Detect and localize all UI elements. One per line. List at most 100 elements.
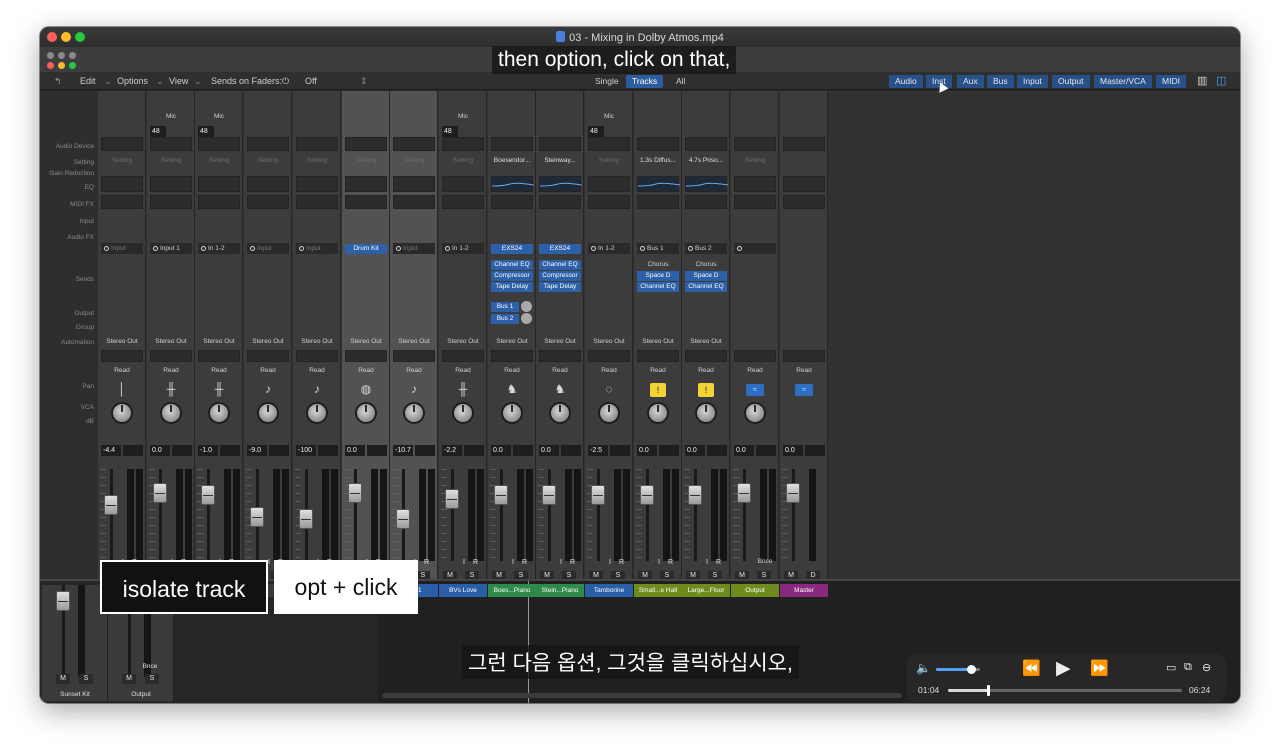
- filter-input[interactable]: Input: [1017, 75, 1048, 88]
- midi-fx-slot[interactable]: [685, 195, 727, 209]
- single-pane-icon[interactable]: ▥: [1197, 74, 1207, 87]
- progress-scrubber[interactable]: [986, 685, 990, 696]
- automation-mode[interactable]: Read: [783, 367, 825, 374]
- output-slot[interactable]: Stereo Out: [101, 338, 143, 345]
- audio-device-slot[interactable]: [150, 137, 192, 151]
- pan-knob[interactable]: [695, 402, 717, 424]
- audio-device-slot[interactable]: [296, 137, 338, 151]
- volume-readout[interactable]: -1.0: [198, 445, 218, 456]
- setting-button[interactable]: Setting: [588, 157, 630, 164]
- audio-fx-slot[interactable]: Space D: [637, 271, 679, 281]
- eq-slot[interactable]: [588, 176, 630, 192]
- automation-mode[interactable]: Read: [393, 367, 435, 374]
- midi-fx-slot[interactable]: [637, 195, 679, 209]
- track-name-bar[interactable]: Output: [731, 584, 779, 597]
- eq-slot[interactable]: [247, 176, 289, 192]
- edit-menu[interactable]: Edit: [80, 76, 96, 86]
- volume-readout[interactable]: -10.7: [393, 445, 413, 456]
- automation-mode[interactable]: Read: [198, 367, 240, 374]
- volume-readout[interactable]: -9.0: [247, 445, 267, 456]
- automation-mode[interactable]: Read: [637, 367, 679, 374]
- setting-button[interactable]: Boesendor...: [491, 157, 533, 164]
- midi-fx-slot[interactable]: [198, 195, 240, 209]
- setting-button[interactable]: 1.3s Diffus...: [637, 157, 679, 164]
- midi-fx-slot[interactable]: [442, 195, 484, 209]
- eq-slot[interactable]: [393, 176, 435, 192]
- automation-mode[interactable]: Read: [442, 367, 484, 374]
- audio-device-slot[interactable]: [198, 137, 240, 151]
- input-slot[interactable]: Input: [101, 243, 143, 254]
- sends-on-faders-select[interactable]: Off: [305, 76, 317, 86]
- pan-knob[interactable]: [501, 402, 523, 424]
- volume-fader[interactable]: [348, 483, 362, 503]
- options-menu[interactable]: Options: [117, 76, 148, 86]
- setting-button[interactable]: Steinway...: [539, 157, 581, 164]
- group-slot[interactable]: [150, 350, 192, 362]
- output-slot[interactable]: Stereo Out: [491, 338, 533, 345]
- record-enable-button[interactable]: R: [570, 559, 575, 566]
- automation-mode[interactable]: Read: [296, 367, 338, 374]
- output-slot[interactable]: Stereo Out: [539, 338, 581, 345]
- audio-fx-slot[interactable]: Chorus: [637, 260, 679, 270]
- setting-button[interactable]: Setting: [345, 157, 387, 164]
- group-slot[interactable]: [685, 350, 727, 362]
- audio-device-slot[interactable]: [393, 137, 435, 151]
- more-options-icon[interactable]: ⊖: [1202, 661, 1211, 674]
- pan-knob[interactable]: [549, 402, 571, 424]
- midi-fx-slot[interactable]: [783, 195, 825, 209]
- filter-midi[interactable]: MIDI: [1156, 75, 1186, 88]
- logic-close-dot[interactable]: [47, 62, 54, 69]
- volume-fader[interactable]: [591, 485, 605, 505]
- eq-thumbnail[interactable]: [685, 176, 729, 192]
- automation-mode[interactable]: Read: [345, 367, 387, 374]
- filter-aux[interactable]: Aux: [957, 75, 984, 88]
- eq-slot[interactable]: [198, 176, 240, 192]
- group-slot[interactable]: [442, 350, 484, 362]
- audio-device-slot[interactable]: [783, 137, 825, 151]
- group-slot[interactable]: [393, 350, 435, 362]
- volume-fader[interactable]: [299, 509, 313, 529]
- eq-thumbnail[interactable]: [491, 176, 535, 192]
- filter-output[interactable]: Output: [1052, 75, 1090, 88]
- filter-audio[interactable]: Audio: [889, 75, 923, 88]
- pan-knob[interactable]: [403, 402, 425, 424]
- midi-fx-slot[interactable]: [491, 195, 533, 209]
- input-slot[interactable]: Drum Kit: [345, 244, 387, 254]
- input-slot[interactable]: Bus 1: [637, 243, 679, 254]
- automation-mode[interactable]: Read: [588, 367, 630, 374]
- midi-fx-slot[interactable]: [150, 195, 192, 209]
- volume-fader[interactable]: [56, 591, 70, 611]
- automation-mode[interactable]: Read: [491, 367, 533, 374]
- audio-fx-slot[interactable]: Tape Delay: [491, 282, 533, 292]
- logic-zoom-dot[interactable]: [69, 62, 76, 69]
- gain-value[interactable]: 48: [442, 126, 458, 137]
- track-name-bar[interactable]: Boes...Piano: [488, 584, 536, 597]
- output-slot[interactable]: Stereo Out: [685, 338, 727, 345]
- solo-button[interactable]: S: [145, 674, 159, 684]
- rewind-icon[interactable]: ⏪: [1022, 659, 1041, 677]
- setting-button[interactable]: Setting: [296, 157, 338, 164]
- output-slot[interactable]: Stereo Out: [150, 338, 192, 345]
- volume-readout[interactable]: 0.0: [734, 445, 754, 456]
- midi-fx-slot[interactable]: [588, 195, 630, 209]
- input-monitor-button[interactable]: I: [658, 559, 660, 566]
- group-slot[interactable]: [734, 350, 776, 362]
- solo-button[interactable]: S: [79, 674, 93, 684]
- pan-knob[interactable]: [111, 402, 133, 424]
- volume-fader[interactable]: [542, 485, 556, 505]
- input-slot[interactable]: Input: [247, 243, 289, 254]
- volume-readout[interactable]: 0.0: [345, 445, 365, 456]
- output-slot[interactable]: Stereo Out: [296, 338, 338, 345]
- filter-master-vca[interactable]: Master/VCA: [1094, 75, 1152, 88]
- audio-device-slot[interactable]: [539, 137, 581, 151]
- filter-bus[interactable]: Bus: [987, 75, 1014, 88]
- mute-button[interactable]: M: [56, 674, 70, 684]
- group-slot[interactable]: [783, 350, 825, 362]
- group-slot[interactable]: [345, 350, 387, 362]
- input-slot[interactable]: EXS24: [539, 244, 581, 254]
- audio-device-slot[interactable]: [491, 137, 533, 151]
- volume-fader[interactable]: [786, 483, 800, 503]
- input-monitor-button[interactable]: I: [512, 559, 514, 566]
- eq-slot[interactable]: [296, 176, 338, 192]
- volume-fader[interactable]: [445, 489, 459, 509]
